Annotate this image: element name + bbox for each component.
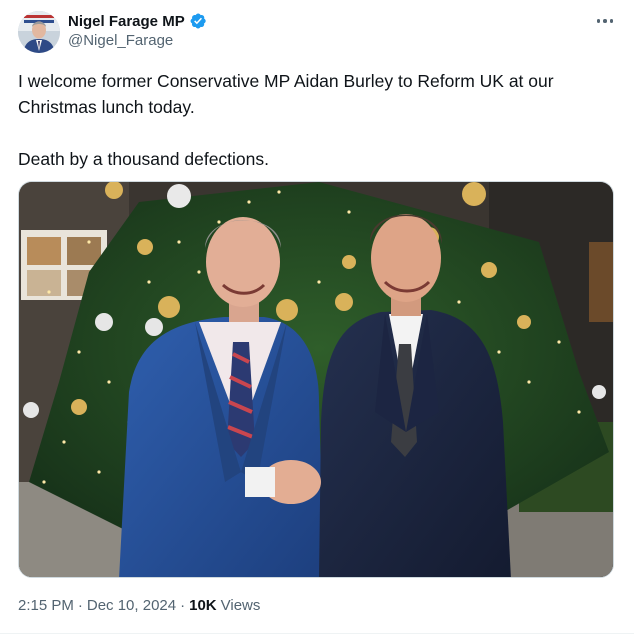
tweet-text: I welcome former Conservative MP Aidan B…	[18, 68, 598, 172]
more-dot	[609, 19, 614, 23]
tweet-date[interactable]: Dec 10, 2024	[87, 597, 176, 614]
author-handle[interactable]: @Nigel_Farage	[68, 32, 173, 49]
photo-two-men-shaking-hands-christmas-tree	[19, 182, 613, 577]
meta-separator: ·	[180, 597, 186, 614]
tweet-time[interactable]: 2:15 PM	[18, 597, 74, 614]
meta-separator: ·	[77, 597, 83, 614]
verified-badge-icon	[190, 13, 206, 29]
author-name-row: Nigel Farage MP	[68, 11, 207, 31]
more-options-button[interactable]	[592, 10, 618, 32]
avatar[interactable]	[18, 11, 60, 53]
avatar-photo-icon	[18, 11, 60, 53]
tweet-photo[interactable]	[18, 181, 614, 578]
more-dot	[603, 19, 607, 23]
views-count: 10K	[189, 597, 217, 614]
views-label: Views	[220, 597, 261, 614]
tweet-card: Nigel Farage MP @Nigel_Farage I welcome …	[0, 0, 634, 637]
display-name[interactable]: Nigel Farage MP	[68, 13, 185, 30]
more-horizontal-icon	[596, 19, 601, 23]
tweet-meta: 2:15 PM · Dec 10, 2024 · 10K Views	[18, 597, 260, 614]
tweet-paragraph: Death by a thousand defections.	[18, 149, 270, 169]
divider	[0, 633, 634, 634]
tweet-paragraph: I welcome former Conservative MP Aidan B…	[18, 71, 554, 117]
